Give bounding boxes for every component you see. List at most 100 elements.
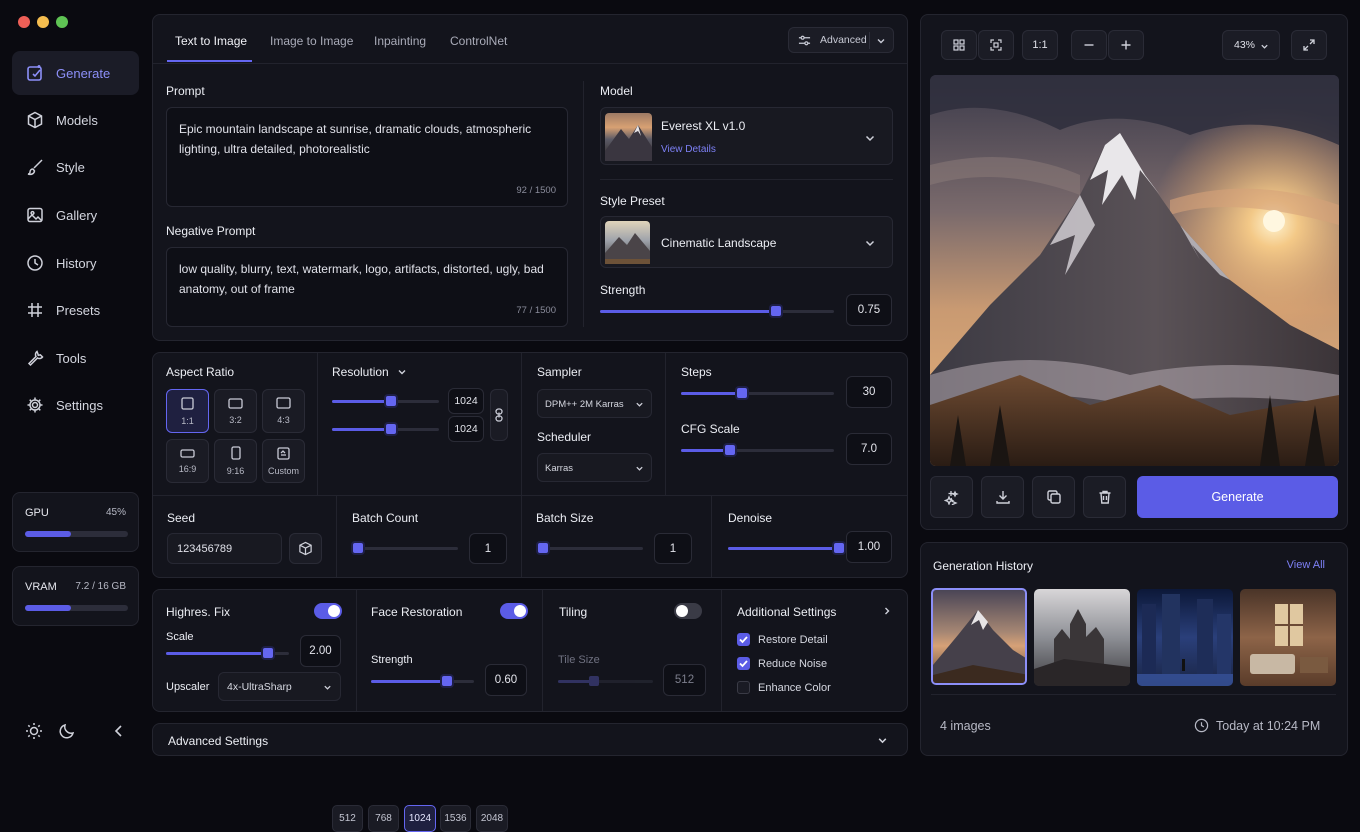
- tab-controlnet[interactable]: ControlNet: [450, 34, 507, 48]
- enhance-button[interactable]: [930, 476, 973, 518]
- sidebar-item-models[interactable]: Models: [12, 98, 139, 142]
- additional-settings-label[interactable]: Additional Settings: [737, 605, 836, 619]
- denoise-slider[interactable]: [728, 543, 844, 553]
- height-slider[interactable]: [332, 424, 439, 434]
- batch-size-slider[interactable]: [537, 543, 643, 553]
- aspect-ratio-9-16[interactable]: 9:16: [214, 439, 257, 483]
- history-thumbnail[interactable]: [1034, 589, 1130, 686]
- view-details-link[interactable]: View Details: [661, 144, 716, 155]
- sampler-select[interactable]: DPM++ 2M Karras: [537, 389, 652, 418]
- zoom-level-select[interactable]: 43%: [1222, 30, 1280, 60]
- advanced-settings-bar[interactable]: Advanced Settings: [152, 723, 908, 756]
- resolution-preset-512[interactable]: 512: [332, 805, 363, 832]
- history-thumbnail[interactable]: [931, 588, 1027, 685]
- advanced-button[interactable]: Advanced: [788, 27, 894, 53]
- history-timestamp: Today at 10:24 PM: [1216, 719, 1321, 733]
- random-seed-button[interactable]: [289, 533, 322, 564]
- resolution-label[interactable]: Resolution: [332, 365, 407, 379]
- resolution-preset-2048[interactable]: 2048: [476, 805, 508, 832]
- collapse-sidebar-icon[interactable]: [112, 724, 126, 738]
- moon-icon[interactable]: [58, 722, 76, 740]
- steps-slider[interactable]: [681, 388, 834, 398]
- width-input[interactable]: 1024: [448, 388, 484, 414]
- copy-button[interactable]: [1032, 476, 1075, 518]
- history-thumbnail[interactable]: [1137, 589, 1233, 686]
- scale-value[interactable]: 2.00: [300, 635, 341, 667]
- sliders-icon: [798, 35, 811, 45]
- style-preset-select[interactable]: Cinematic Landscape: [600, 216, 893, 268]
- view-all-link[interactable]: View All: [1287, 559, 1325, 571]
- highres-fix-toggle[interactable]: [314, 603, 342, 619]
- tab-image-to-image[interactable]: Image to Image: [270, 34, 353, 48]
- resolution-preset-1024[interactable]: 1024: [404, 805, 436, 832]
- history-thumbnail[interactable]: [1240, 589, 1336, 686]
- sparkle-icon: [943, 490, 959, 505]
- upscaler-select[interactable]: 4x-UltraSharp: [218, 672, 341, 701]
- sidebar-item-generate[interactable]: Generate: [12, 51, 139, 95]
- tiling-toggle[interactable]: [674, 603, 702, 619]
- zoom-out-button[interactable]: [1071, 30, 1107, 60]
- height-input[interactable]: 1024: [448, 416, 484, 442]
- denoise-value[interactable]: 1.00: [846, 531, 892, 563]
- resolution-preset-1536[interactable]: 1536: [440, 805, 471, 832]
- restore-detail-checkbox[interactable]: [737, 633, 750, 646]
- strength-slider[interactable]: [600, 306, 834, 316]
- strength-label: Strength: [600, 283, 646, 297]
- generated-image[interactable]: [930, 75, 1339, 466]
- sidebar-item-style[interactable]: Style: [12, 145, 139, 189]
- aspect-ratio-1-1[interactable]: 1:1: [166, 389, 209, 433]
- tab-inpainting[interactable]: Inpainting: [374, 34, 426, 48]
- fullscreen-button[interactable]: [1291, 30, 1327, 60]
- cfg-scale-value[interactable]: 7.0: [846, 433, 892, 465]
- prompt-char-count: 92 / 1500: [516, 185, 556, 196]
- scheduler-select[interactable]: Karras: [537, 453, 652, 482]
- fit-to-screen-button[interactable]: [978, 30, 1014, 60]
- scale-slider[interactable]: [166, 648, 289, 658]
- delete-button[interactable]: [1083, 476, 1126, 518]
- batch-size-value[interactable]: 1: [654, 533, 692, 564]
- prompt-panel: Text to Image Image to Image Inpainting …: [152, 14, 908, 341]
- chevron-right-icon[interactable]: [882, 606, 892, 616]
- resolution-preset-768[interactable]: 768: [368, 805, 399, 832]
- steps-value[interactable]: 30: [846, 376, 892, 408]
- download-button[interactable]: [981, 476, 1024, 518]
- sidebar-item-gallery[interactable]: Gallery: [12, 193, 139, 237]
- face-strength-value[interactable]: 0.60: [485, 664, 527, 696]
- grid-view-button[interactable]: [941, 30, 977, 60]
- minimize-window-button[interactable]: [37, 16, 49, 28]
- ratio-button[interactable]: 1:1: [1022, 30, 1058, 60]
- gear-icon: [27, 397, 43, 413]
- cfg-scale-slider[interactable]: [681, 445, 834, 455]
- seed-input[interactable]: 123456789: [167, 533, 282, 564]
- negative-prompt-input[interactable]: low quality, blurry, text, watermark, lo…: [166, 247, 568, 327]
- aspect-ratio-3-2[interactable]: 3:2: [214, 389, 257, 433]
- prompt-input[interactable]: Epic mountain landscape at sunrise, dram…: [166, 107, 568, 207]
- cfg-scale-label: CFG Scale: [681, 422, 740, 436]
- aspect-ratio-16-9[interactable]: 16:9: [166, 439, 209, 483]
- enhance-color-checkbox[interactable]: [737, 681, 750, 694]
- generate-button[interactable]: Generate: [1137, 476, 1338, 518]
- sidebar-item-presets[interactable]: Presets: [12, 288, 139, 332]
- tile-size-slider[interactable]: [558, 676, 653, 686]
- tile-size-value[interactable]: 512: [663, 664, 706, 696]
- aspect-ratio-4-3[interactable]: 4:3: [262, 389, 305, 433]
- width-slider[interactable]: [332, 396, 439, 406]
- sidebar-item-settings[interactable]: Settings: [12, 383, 139, 427]
- face-strength-slider[interactable]: [371, 676, 474, 686]
- sidebar-item-history[interactable]: History: [12, 241, 139, 285]
- link-dimensions-button[interactable]: [490, 389, 508, 441]
- face-restoration-toggle[interactable]: [500, 603, 528, 619]
- batch-count-value[interactable]: 1: [469, 533, 507, 564]
- style-preset-label: Style Preset: [600, 194, 665, 208]
- sidebar-item-tools[interactable]: Tools: [12, 336, 139, 380]
- aspect-ratio-custom[interactable]: Custom: [262, 439, 305, 483]
- reduce-noise-checkbox[interactable]: [737, 657, 750, 670]
- batch-count-slider[interactable]: [352, 543, 458, 553]
- close-window-button[interactable]: [18, 16, 30, 28]
- sun-icon[interactable]: [25, 722, 43, 740]
- zoom-in-button[interactable]: [1108, 30, 1144, 60]
- tab-text-to-image[interactable]: Text to Image: [175, 34, 247, 48]
- maximize-window-button[interactable]: [56, 16, 68, 28]
- model-select[interactable]: Everest XL v1.0 View Details: [600, 107, 893, 165]
- strength-value[interactable]: 0.75: [846, 294, 892, 326]
